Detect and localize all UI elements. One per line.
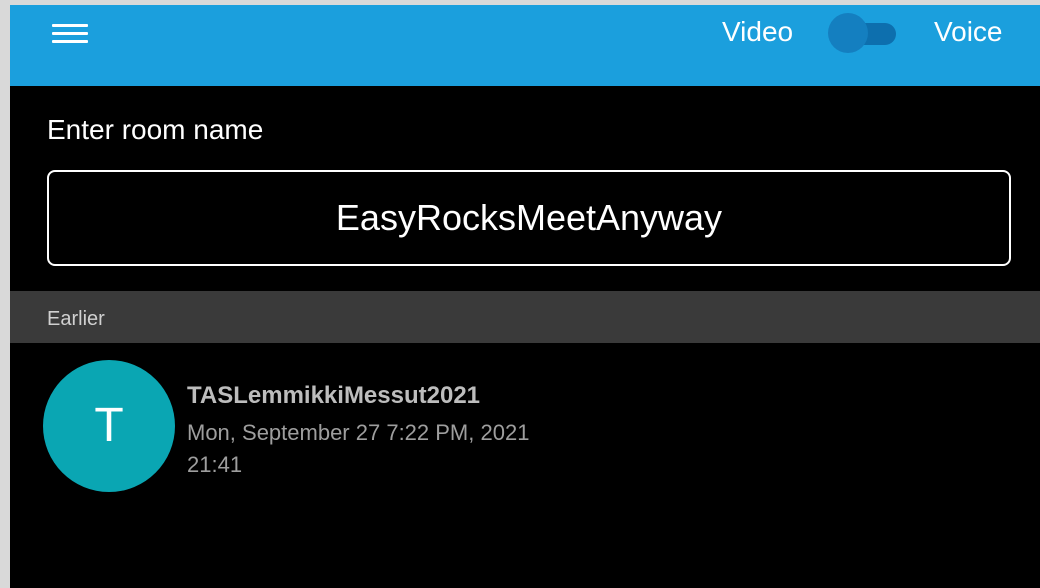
room-name-label: Enter room name (47, 114, 264, 145)
top-app-bar: Video Voice (10, 5, 1040, 86)
video-mode-label: Video (722, 16, 794, 47)
recent-room-name: TASLemmikkiMessut2021 (187, 382, 481, 409)
toggle-thumb (828, 13, 868, 53)
recent-room-list-item[interactable]: T TASLemmikkiMessut2021 Mon, September 2… (10, 353, 1040, 503)
menu-icon-bar (52, 40, 88, 43)
room-avatar: T (43, 360, 175, 492)
video-voice-toggle[interactable] (828, 12, 900, 53)
menu-icon-bar (52, 24, 88, 27)
earlier-section-header: Earlier (10, 291, 1040, 343)
room-name-input[interactable] (47, 170, 1011, 266)
recent-room-duration: 21:41 (187, 452, 243, 477)
hamburger-menu-icon[interactable] (52, 22, 88, 44)
voice-mode-label: Voice (934, 16, 1003, 47)
section-header-label: Earlier (47, 308, 105, 330)
menu-icon-bar (52, 32, 88, 35)
app-screen: Video Voice Enter room name Earlier T TA… (10, 5, 1040, 588)
recent-room-date: Mon, September 27 7:22 PM, 2021 (187, 420, 530, 445)
